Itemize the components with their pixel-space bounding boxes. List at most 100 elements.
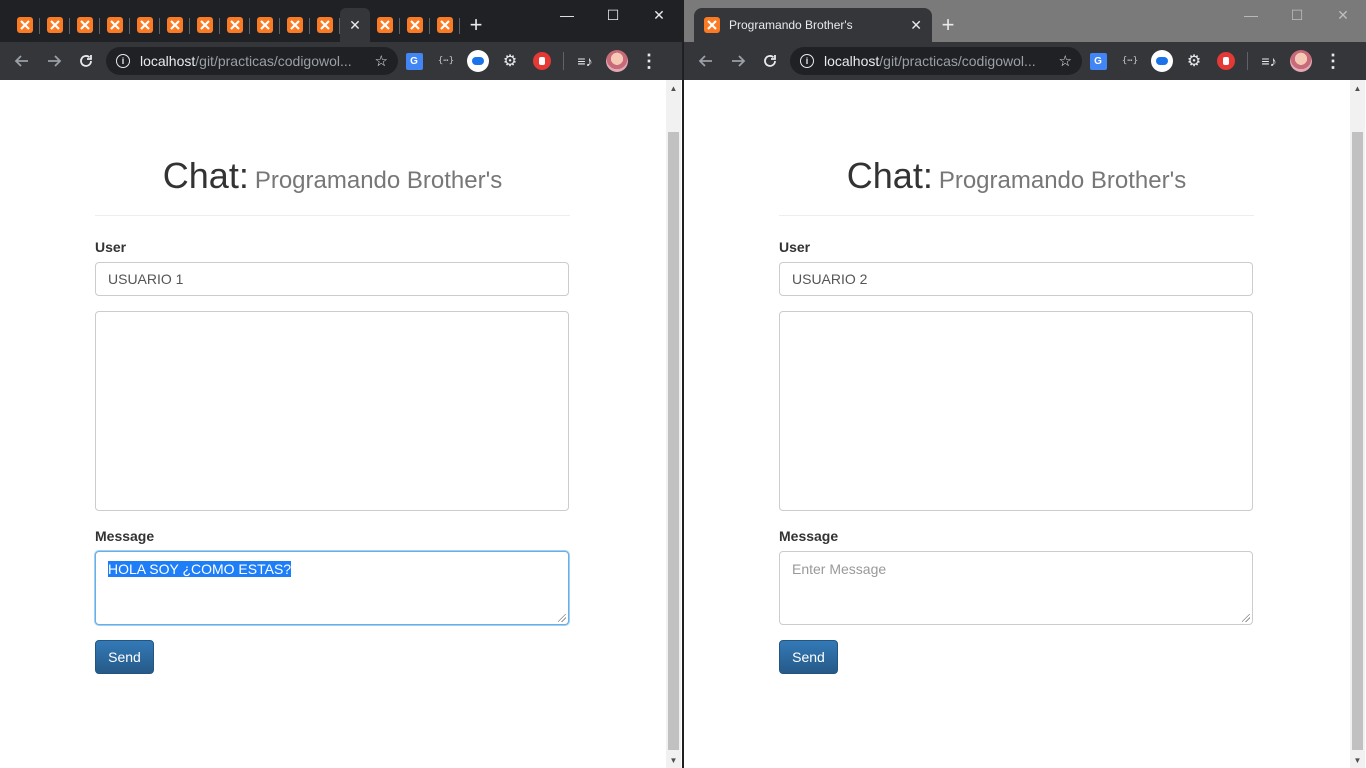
info-icon[interactable]: i bbox=[116, 54, 130, 68]
menu-button[interactable]: ⋮ bbox=[1317, 45, 1349, 77]
scroll-up-arrow-icon[interactable]: ▲ bbox=[666, 80, 681, 96]
new-tab-button[interactable]: + bbox=[460, 8, 492, 42]
tab-xampp[interactable] bbox=[40, 8, 70, 42]
close-window-button[interactable]: ✕ bbox=[1320, 0, 1366, 30]
send-button[interactable]: Send bbox=[95, 640, 154, 674]
reload-icon bbox=[80, 55, 92, 67]
url-text[interactable]: localhost/git/practicas/codigowol... bbox=[824, 53, 1053, 69]
media-button[interactable]: ≡♪ bbox=[569, 45, 601, 77]
profile-button[interactable] bbox=[1285, 45, 1317, 77]
back-icon bbox=[14, 55, 28, 67]
playlist-icon: ≡♪ bbox=[577, 53, 593, 69]
xampp-icon bbox=[17, 17, 33, 33]
back-button[interactable] bbox=[6, 45, 38, 77]
back-icon bbox=[698, 55, 712, 67]
tab-xampp[interactable] bbox=[190, 8, 220, 42]
tab-xampp[interactable] bbox=[220, 8, 250, 42]
resize-handle[interactable] bbox=[558, 614, 566, 622]
tab-xampp[interactable] bbox=[400, 8, 430, 42]
vertical-scrollbar[interactable]: ▲ ▼ bbox=[1350, 80, 1365, 768]
close-window-button[interactable]: ✕ bbox=[636, 0, 682, 30]
scroll-thumb[interactable] bbox=[668, 132, 679, 750]
xampp-icon bbox=[377, 17, 393, 33]
tab-xampp[interactable] bbox=[100, 8, 130, 42]
reload-button[interactable] bbox=[754, 45, 786, 77]
title-bar: Programando Brother's ✕ + — ☐ ✕ bbox=[684, 0, 1366, 42]
scroll-down-arrow-icon[interactable]: ▼ bbox=[666, 752, 681, 768]
playlist-icon: ≡♪ bbox=[1261, 53, 1277, 69]
address-bar[interactable]: i localhost/git/practicas/codigowol... ☆ bbox=[790, 47, 1082, 75]
tab-close-icon[interactable]: ✕ bbox=[349, 18, 361, 32]
tab-xampp[interactable] bbox=[430, 8, 460, 42]
tab-xampp[interactable] bbox=[280, 8, 310, 42]
settings-extension[interactable]: ⚙ bbox=[1178, 45, 1210, 77]
media-button[interactable]: ≡♪ bbox=[1253, 45, 1285, 77]
xampp-icon bbox=[287, 17, 303, 33]
url-path: /git/practicas/codigowol... bbox=[195, 53, 352, 69]
scroll-down-arrow-icon[interactable]: ▼ bbox=[1350, 752, 1365, 768]
minimize-button[interactable]: — bbox=[1228, 0, 1274, 30]
user-input[interactable]: USUARIO 1 bbox=[95, 262, 569, 296]
address-bar[interactable]: i localhost/git/practicas/codigowol... ☆ bbox=[106, 47, 398, 75]
maximize-button[interactable]: ☐ bbox=[1274, 0, 1320, 30]
message-placeholder: Enter Message bbox=[792, 561, 887, 577]
chat-messages-box[interactable] bbox=[779, 311, 1253, 511]
xampp-icon bbox=[47, 17, 63, 33]
scroll-up-arrow-icon[interactable]: ▲ bbox=[1350, 80, 1365, 96]
forward-button[interactable] bbox=[38, 45, 70, 77]
stop-icon bbox=[1217, 52, 1235, 70]
window-controls: — ☐ ✕ bbox=[1228, 0, 1366, 30]
page-title: Chat: bbox=[846, 155, 933, 196]
gear-icon: ⚙ bbox=[502, 53, 518, 70]
tab-xampp[interactable] bbox=[70, 8, 100, 42]
json-extension[interactable]: {⋯} bbox=[1114, 45, 1146, 77]
url-text[interactable]: localhost/git/practicas/codigowol... bbox=[140, 53, 369, 69]
owl-icon bbox=[1151, 50, 1173, 72]
owl-extension[interactable] bbox=[462, 45, 494, 77]
tab-xampp[interactable] bbox=[130, 8, 160, 42]
tab-xampp[interactable] bbox=[370, 8, 400, 42]
message-textarea[interactable]: HOLA SOY ¿COMO ESTAS? bbox=[95, 551, 569, 625]
toolbar-separator bbox=[563, 52, 564, 70]
minimize-button[interactable]: — bbox=[544, 0, 590, 30]
back-button[interactable] bbox=[690, 45, 722, 77]
tab-strip: Programando Brother's ✕ + bbox=[694, 8, 964, 42]
menu-button[interactable]: ⋮ bbox=[633, 45, 665, 77]
stop-extension[interactable] bbox=[526, 45, 558, 77]
send-button[interactable]: Send bbox=[779, 640, 838, 674]
tab-active[interactable]: ✕ bbox=[340, 8, 370, 42]
json-extension[interactable]: {⋯} bbox=[430, 45, 462, 77]
page-title: Chat: bbox=[162, 155, 249, 196]
star-icon[interactable]: ☆ bbox=[375, 52, 388, 70]
translate-extension[interactable]: G bbox=[398, 45, 430, 77]
owl-extension[interactable] bbox=[1146, 45, 1178, 77]
info-icon[interactable]: i bbox=[800, 54, 814, 68]
stop-extension[interactable] bbox=[1210, 45, 1242, 77]
tab-close-icon[interactable]: ✕ bbox=[910, 18, 922, 32]
tab-xampp[interactable] bbox=[10, 8, 40, 42]
chat-messages-box[interactable] bbox=[95, 311, 569, 511]
xampp-icon bbox=[167, 17, 183, 33]
translate-icon: G bbox=[1089, 52, 1107, 70]
scroll-thumb[interactable] bbox=[1352, 132, 1363, 750]
xampp-icon bbox=[227, 17, 243, 33]
user-input[interactable]: USUARIO 2 bbox=[779, 262, 1253, 296]
tab-xampp[interactable] bbox=[310, 8, 340, 42]
forward-button[interactable] bbox=[722, 45, 754, 77]
profile-button[interactable] bbox=[601, 45, 633, 77]
message-textarea[interactable]: Enter Message bbox=[779, 551, 1253, 625]
resize-handle[interactable] bbox=[1242, 614, 1250, 622]
maximize-button[interactable]: ☐ bbox=[590, 0, 636, 30]
window-controls: — ☐ ✕ bbox=[544, 0, 682, 30]
tab-xampp[interactable] bbox=[250, 8, 280, 42]
tab-programando[interactable]: Programando Brother's ✕ bbox=[694, 8, 932, 42]
chat-container: Chat: Programando Brother's User USUARIO … bbox=[95, 80, 570, 674]
vertical-scrollbar[interactable]: ▲ ▼ bbox=[666, 80, 681, 768]
translate-extension[interactable]: G bbox=[1082, 45, 1114, 77]
reload-button[interactable] bbox=[70, 45, 102, 77]
message-label: Message bbox=[779, 528, 839, 544]
tab-xampp[interactable] bbox=[160, 8, 190, 42]
new-tab-button[interactable]: + bbox=[932, 8, 964, 42]
star-icon[interactable]: ☆ bbox=[1059, 52, 1072, 70]
settings-extension[interactable]: ⚙ bbox=[494, 45, 526, 77]
